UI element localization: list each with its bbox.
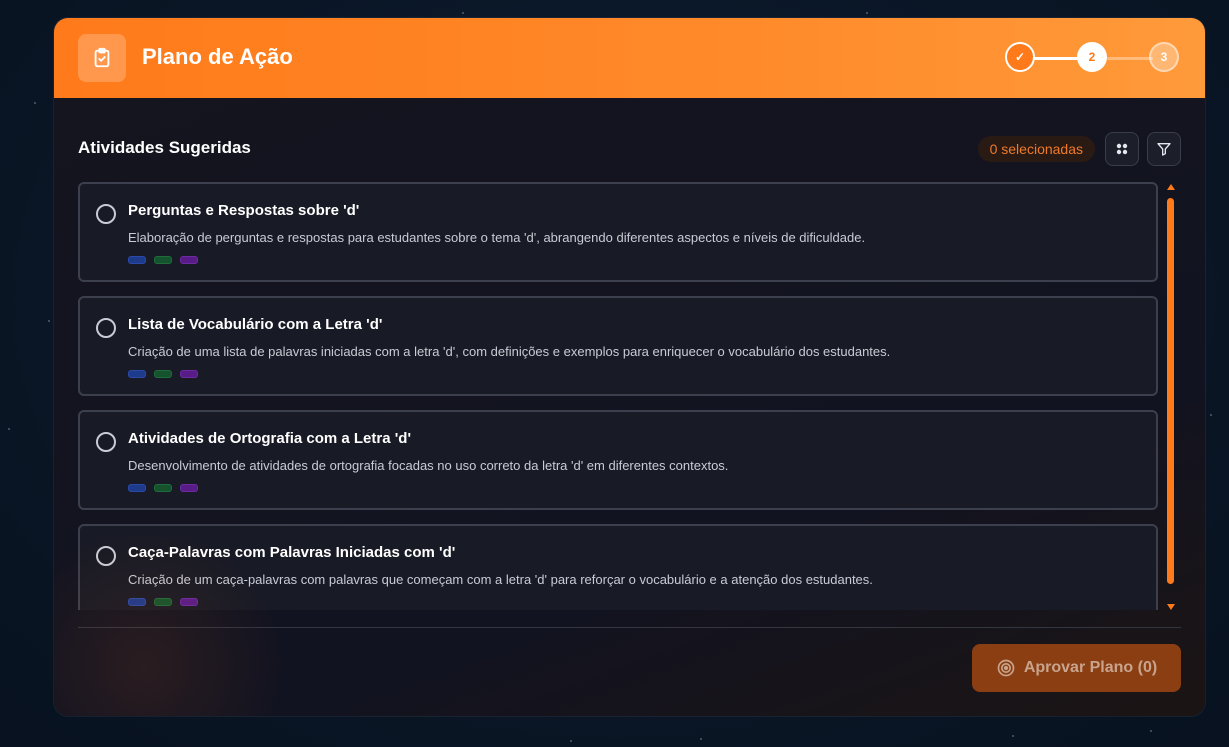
clipboard-check-icon xyxy=(78,34,126,82)
action-plan-panel: Plano de Ação ✓ 2 3 Atividades Sugeridas… xyxy=(54,18,1205,716)
list-scrollbar[interactable] xyxy=(1166,184,1176,610)
tag-blue xyxy=(128,370,146,378)
tag-green xyxy=(154,484,172,492)
activity-card[interactable]: Atividades de Ortografia com a Letra 'd'… xyxy=(78,410,1158,510)
page-title: Plano de Ação xyxy=(142,44,293,69)
tag-purple xyxy=(180,598,198,606)
activity-radio[interactable] xyxy=(96,204,116,224)
panel-header: Plano de Ação ✓ 2 3 xyxy=(54,18,1205,98)
target-icon xyxy=(997,659,1015,677)
step-1-done[interactable]: ✓ xyxy=(1005,42,1035,72)
activity-radio[interactable] xyxy=(96,432,116,452)
filter-button[interactable] xyxy=(1147,132,1181,166)
activity-title: Perguntas e Respostas sobre 'd' xyxy=(128,202,360,219)
step-3-label: 3 xyxy=(1160,50,1168,64)
approve-plan-button[interactable]: Aprovar Plano (0) xyxy=(972,644,1181,692)
activity-tags xyxy=(128,370,198,378)
check-icon: ✓ xyxy=(1014,50,1026,64)
scroll-down-arrow-icon[interactable] xyxy=(1167,604,1175,610)
activity-card[interactable]: Perguntas e Respostas sobre 'd' Elaboraç… xyxy=(78,182,1158,282)
activity-card[interactable]: Lista de Vocabulário com a Letra 'd' Cri… xyxy=(78,296,1158,396)
tag-purple xyxy=(180,256,198,264)
selected-count-badge: 0 selecionadas xyxy=(977,136,1095,162)
tag-purple xyxy=(180,484,198,492)
activity-title: Caça-Palavras com Palavras Iniciadas com… xyxy=(128,544,456,561)
footer-divider xyxy=(78,627,1181,628)
list-toolbar: 0 selecionadas xyxy=(977,132,1181,166)
tag-purple xyxy=(180,370,198,378)
activity-description: Criação de uma lista de palavras iniciad… xyxy=(128,344,891,359)
activity-card[interactable]: Caça-Palavras com Palavras Iniciadas com… xyxy=(78,524,1158,610)
activity-title: Lista de Vocabulário com a Letra 'd' xyxy=(128,316,383,333)
activity-list: Perguntas e Respostas sobre 'd' Elaboraç… xyxy=(78,182,1160,610)
activity-title: Atividades de Ortografia com a Letra 'd' xyxy=(128,430,412,447)
activity-description: Elaboração de perguntas e respostas para… xyxy=(128,230,866,245)
tag-blue xyxy=(128,598,146,606)
step-connector-done xyxy=(1033,57,1079,60)
activity-radio[interactable] xyxy=(96,546,116,566)
step-3-pending[interactable]: 3 xyxy=(1149,42,1179,72)
step-2-label: 2 xyxy=(1088,50,1096,64)
filter-icon xyxy=(1157,143,1171,156)
tag-blue xyxy=(128,256,146,264)
grid-icon xyxy=(1116,143,1128,155)
activity-description: Criação de um caça-palavras com palavras… xyxy=(128,572,873,587)
activity-tags xyxy=(128,598,198,606)
step-2-current[interactable]: 2 xyxy=(1077,42,1107,72)
activity-tags xyxy=(128,484,198,492)
section-title: Atividades Sugeridas xyxy=(78,138,251,157)
activity-radio[interactable] xyxy=(96,318,116,338)
scroll-thumb[interactable] xyxy=(1167,198,1174,584)
progress-stepper: ✓ 2 3 xyxy=(1005,42,1181,74)
approve-plan-label: Aprovar Plano (0) xyxy=(1023,659,1158,676)
step-connector-pending xyxy=(1107,57,1153,60)
grid-view-button[interactable] xyxy=(1105,132,1139,166)
tag-green xyxy=(154,370,172,378)
tag-green xyxy=(154,256,172,264)
activity-tags xyxy=(128,256,198,264)
activity-description: Desenvolvimento de atividades de ortogra… xyxy=(128,458,729,473)
scroll-up-arrow-icon[interactable] xyxy=(1167,184,1175,190)
tag-green xyxy=(154,598,172,606)
tag-blue xyxy=(128,484,146,492)
